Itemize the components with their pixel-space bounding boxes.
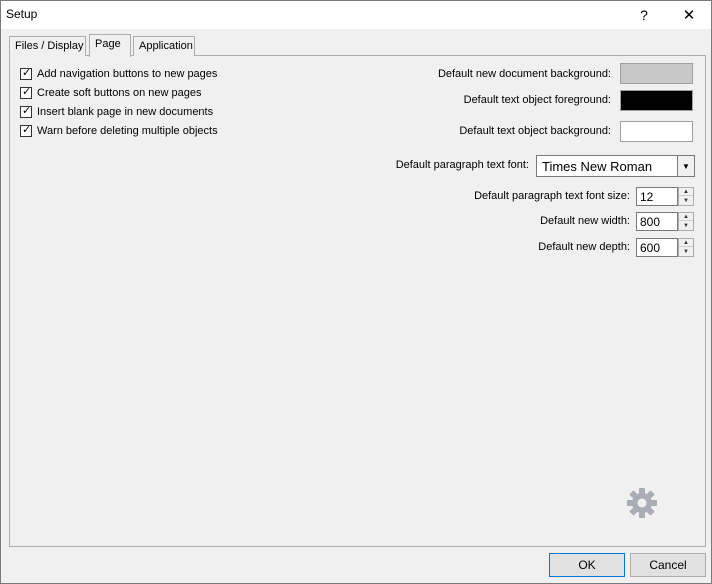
paragraph-font-value: Times New Roman (542, 159, 653, 174)
new-depth-label: Default new depth: (538, 241, 630, 253)
close-icon: ✕ (682, 7, 696, 24)
checkbox-row-warn-delete[interactable]: ✓ Warn before deleting multiple objects (20, 123, 218, 139)
setup-dialog: Setup ? ✕ ✓ Add navigation buttons to ne… (0, 0, 712, 584)
font-size-value: 12 (640, 190, 654, 204)
font-size-stepper[interactable]: ▲ ▼ (678, 187, 694, 206)
font-size-input[interactable]: 12 (636, 187, 678, 206)
tab-panel-page: ✓ Add navigation buttons to new pages ✓ … (9, 55, 706, 547)
spin-down-icon[interactable]: ▼ (679, 197, 693, 205)
spin-down-icon[interactable]: ▼ (679, 248, 693, 256)
checkbox-label: Add navigation buttons to new pages (37, 68, 218, 80)
text-background-swatch[interactable] (620, 121, 693, 142)
text-foreground-swatch[interactable] (620, 90, 693, 111)
window-title: Setup (6, 7, 38, 21)
checkbox-soft-buttons[interactable]: ✓ (20, 85, 32, 99)
new-depth-value: 600 (640, 241, 661, 255)
doc-background-swatch[interactable] (620, 63, 693, 84)
check-icon: ✓ (22, 123, 32, 136)
spin-up-icon[interactable]: ▲ (679, 188, 693, 196)
doc-background-label: Default new document background: (437, 68, 611, 80)
check-icon: ✓ (22, 104, 32, 117)
checkbox-row-soft-buttons[interactable]: ✓ Create soft buttons on new pages (20, 85, 202, 101)
check-icon: ✓ (22, 85, 32, 98)
chevron-down-icon[interactable]: ▼ (677, 156, 694, 176)
paragraph-font-select[interactable]: Times New Roman ▼ (536, 155, 695, 177)
cancel-button[interactable]: Cancel (630, 553, 706, 577)
new-width-input[interactable]: 800 (636, 212, 678, 231)
paragraph-font-label: Default paragraph text font: (395, 159, 529, 171)
new-width-value: 800 (640, 215, 661, 229)
tab-page[interactable]: Page (89, 34, 131, 57)
check-icon: ✓ (22, 66, 32, 79)
checkbox-warn-delete[interactable]: ✓ (20, 123, 32, 137)
text-background-label: Default text object background: (459, 125, 611, 137)
new-width-label: Default new width: (540, 215, 630, 227)
checkbox-label: Insert blank page in new documents (37, 106, 214, 118)
checkbox-label: Create soft buttons on new pages (37, 87, 202, 99)
text-foreground-label: Default text object foreground: (463, 94, 611, 106)
spin-up-icon[interactable]: ▲ (679, 239, 693, 247)
checkbox-row-blank-page[interactable]: ✓ Insert blank page in new documents (20, 104, 213, 120)
checkbox-row-nav-buttons[interactable]: ✓ Add navigation buttons to new pages (20, 66, 217, 82)
spin-up-icon[interactable]: ▲ (679, 213, 693, 221)
new-depth-stepper[interactable]: ▲ ▼ (678, 238, 694, 257)
ok-button[interactable]: OK (549, 553, 625, 577)
tab-application[interactable]: Application (133, 36, 195, 56)
close-button[interactable]: ✕ (666, 1, 712, 29)
checkbox-blank-page[interactable]: ✓ (20, 104, 32, 118)
font-size-label: Default paragraph text font size: (474, 190, 630, 202)
help-icon: ? (640, 7, 648, 23)
spin-down-icon[interactable]: ▼ (679, 222, 693, 230)
tab-files-display[interactable]: Files / Display (9, 36, 86, 56)
new-depth-input[interactable]: 600 (636, 238, 678, 257)
title-bar: Setup ? ✕ (1, 1, 711, 29)
help-button[interactable]: ? (621, 1, 667, 29)
new-width-stepper[interactable]: ▲ ▼ (678, 212, 694, 231)
checkbox-label: Warn before deleting multiple objects (37, 125, 218, 137)
gear-icon (627, 488, 657, 518)
checkbox-nav-buttons[interactable]: ✓ (20, 66, 32, 80)
